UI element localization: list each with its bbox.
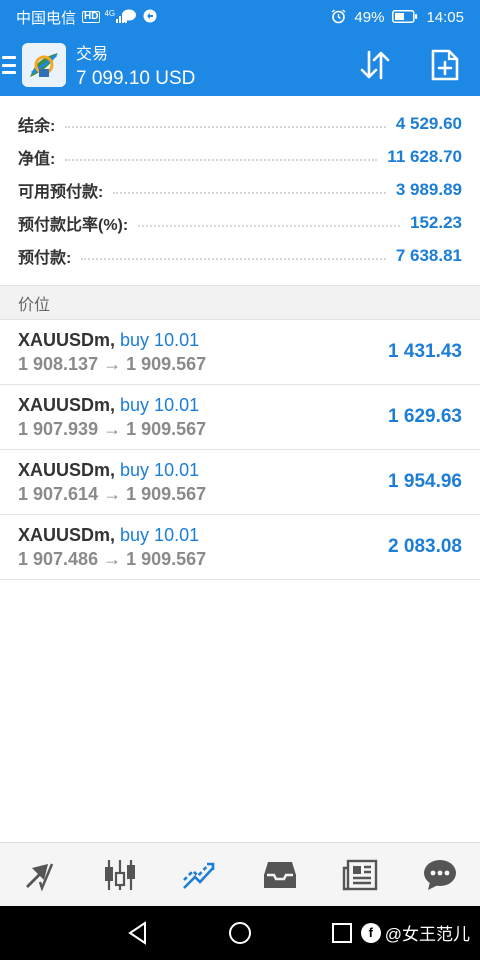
nav-chat[interactable] (400, 843, 480, 906)
summary-label: 可用预付款: (18, 184, 104, 201)
quotes-icon (26, 863, 54, 892)
battery-percent: 49% (354, 8, 385, 26)
position-side: buy 10.01 (120, 460, 200, 480)
new-order-button[interactable] (410, 34, 480, 96)
status-bar: 中国电信 HD 4G 49% 14:05 (0, 0, 480, 34)
position-profit: 2 083.08 (388, 536, 462, 557)
summary-row-margin: 预付款: 7 638.81 (18, 241, 462, 271)
metatrader-logo (22, 43, 66, 87)
position-price: 1 907.939 → 1 909.567 (18, 419, 207, 439)
position-side: buy 10.01 (120, 330, 200, 350)
new-order-icon (431, 49, 459, 81)
position-row[interactable]: XAUUSDm, buy 10.01 1 907.614 → 1 909.567… (0, 450, 480, 515)
clock: 14:05 (426, 8, 464, 26)
section-title: 价位 (18, 296, 51, 314)
summary-label: 净值: (18, 151, 56, 168)
nav-history[interactable] (240, 843, 320, 906)
summary-value: 11 628.70 (387, 147, 462, 166)
position-symbol: XAUUSDm, buy 10.01 (18, 460, 199, 481)
dotted-leader (113, 192, 386, 194)
position-side: buy 10.01 (120, 525, 200, 545)
dotted-leader (65, 159, 378, 161)
position-symbol: XAUUSDm, buy 10.01 (18, 525, 199, 546)
dotted-leader (65, 126, 386, 128)
watermark-badge: f (360, 922, 381, 943)
watermark-text: @女王范儿 (384, 925, 470, 944)
positions-section-header: 价位 (0, 286, 480, 320)
hd-icon: HD (82, 11, 101, 23)
position-profit: 1 954.96 (388, 471, 462, 492)
home-icon (229, 922, 251, 944)
position-price: 1 907.614 → 1 909.567 (18, 484, 207, 504)
app-bar: 交易 7 099.10 USD (0, 34, 480, 96)
screen-title: 交易 (76, 46, 109, 63)
bottom-navigation (0, 842, 480, 906)
position-row[interactable]: XAUUSDm, buy 10.01 1 907.486 → 1 909.567… (0, 515, 480, 580)
system-navigation-bar: f @女王范儿 (0, 906, 480, 960)
menu-icon[interactable] (2, 56, 16, 74)
position-row[interactable]: XAUUSDm, buy 10.01 1 907.939 → 1 909.567… (0, 385, 480, 450)
watermark: f @女王范儿 (360, 920, 470, 945)
position-profit: 1 629.63 (388, 406, 462, 427)
summary-label: 结余: (18, 118, 56, 135)
summary-value: 152.23 (410, 213, 462, 232)
signal-network-label: 4G (104, 9, 116, 18)
summary-row-balance: 结余: 4 529.60 (18, 109, 462, 139)
symbol-name: XAUUSDm, (18, 330, 116, 350)
chat-icon (121, 9, 137, 25)
home-button[interactable] (210, 906, 270, 960)
back-button[interactable] (108, 906, 168, 960)
chat-icon (424, 859, 456, 890)
trade-icon (183, 862, 215, 889)
recents-icon (332, 923, 352, 943)
summary-label: 预付款: (18, 250, 72, 267)
summary-value: 7 638.81 (395, 246, 462, 265)
account-summary: 结余: 4 529.60 净值: 11 628.70 可用预付款: 3 989.… (0, 96, 480, 286)
sort-button[interactable] (340, 34, 410, 96)
position-symbol: XAUUSDm, buy 10.01 (18, 330, 199, 351)
position-profit: 1 431.43 (388, 341, 462, 362)
chart-icon (105, 859, 135, 890)
carrier-label: 中国电信 (16, 9, 77, 27)
sort-icon (360, 50, 390, 80)
account-balance-header: 7 099.10 USD (76, 68, 196, 89)
position-row[interactable]: XAUUSDm, buy 10.01 1 908.137 → 1 909.567… (0, 320, 480, 385)
battery-icon (392, 9, 418, 25)
nav-quotes[interactable] (0, 843, 80, 906)
symbol-name: XAUUSDm, (18, 395, 116, 415)
summary-value: 4 529.60 (395, 114, 462, 133)
back-icon (128, 921, 146, 945)
nav-trade[interactable] (160, 843, 240, 906)
history-icon (264, 861, 296, 888)
summary-row-equity: 净值: 11 628.70 (18, 142, 462, 172)
position-side: buy 10.01 (120, 395, 200, 415)
summary-label: 预付款比率(%): (18, 217, 129, 234)
news-icon (342, 859, 378, 890)
summary-row-free-margin: 可用预付款: 3 989.89 (18, 175, 462, 205)
nav-chart[interactable] (80, 843, 160, 906)
symbol-name: XAUUSDm, (18, 460, 116, 480)
alarm-icon (331, 8, 346, 26)
position-price: 1 908.137 → 1 909.567 (18, 354, 207, 374)
dotted-leader (138, 225, 400, 227)
vpn-icon (143, 9, 157, 25)
nav-news[interactable] (320, 843, 400, 906)
dotted-leader (81, 258, 386, 260)
position-symbol: XAUUSDm, buy 10.01 (18, 395, 199, 416)
summary-value: 3 989.89 (395, 180, 462, 199)
symbol-name: XAUUSDm, (18, 525, 116, 545)
position-price: 1 907.486 → 1 909.567 (18, 549, 207, 569)
summary-row-margin-level: 预付款比率(%): 152.23 (18, 208, 462, 238)
